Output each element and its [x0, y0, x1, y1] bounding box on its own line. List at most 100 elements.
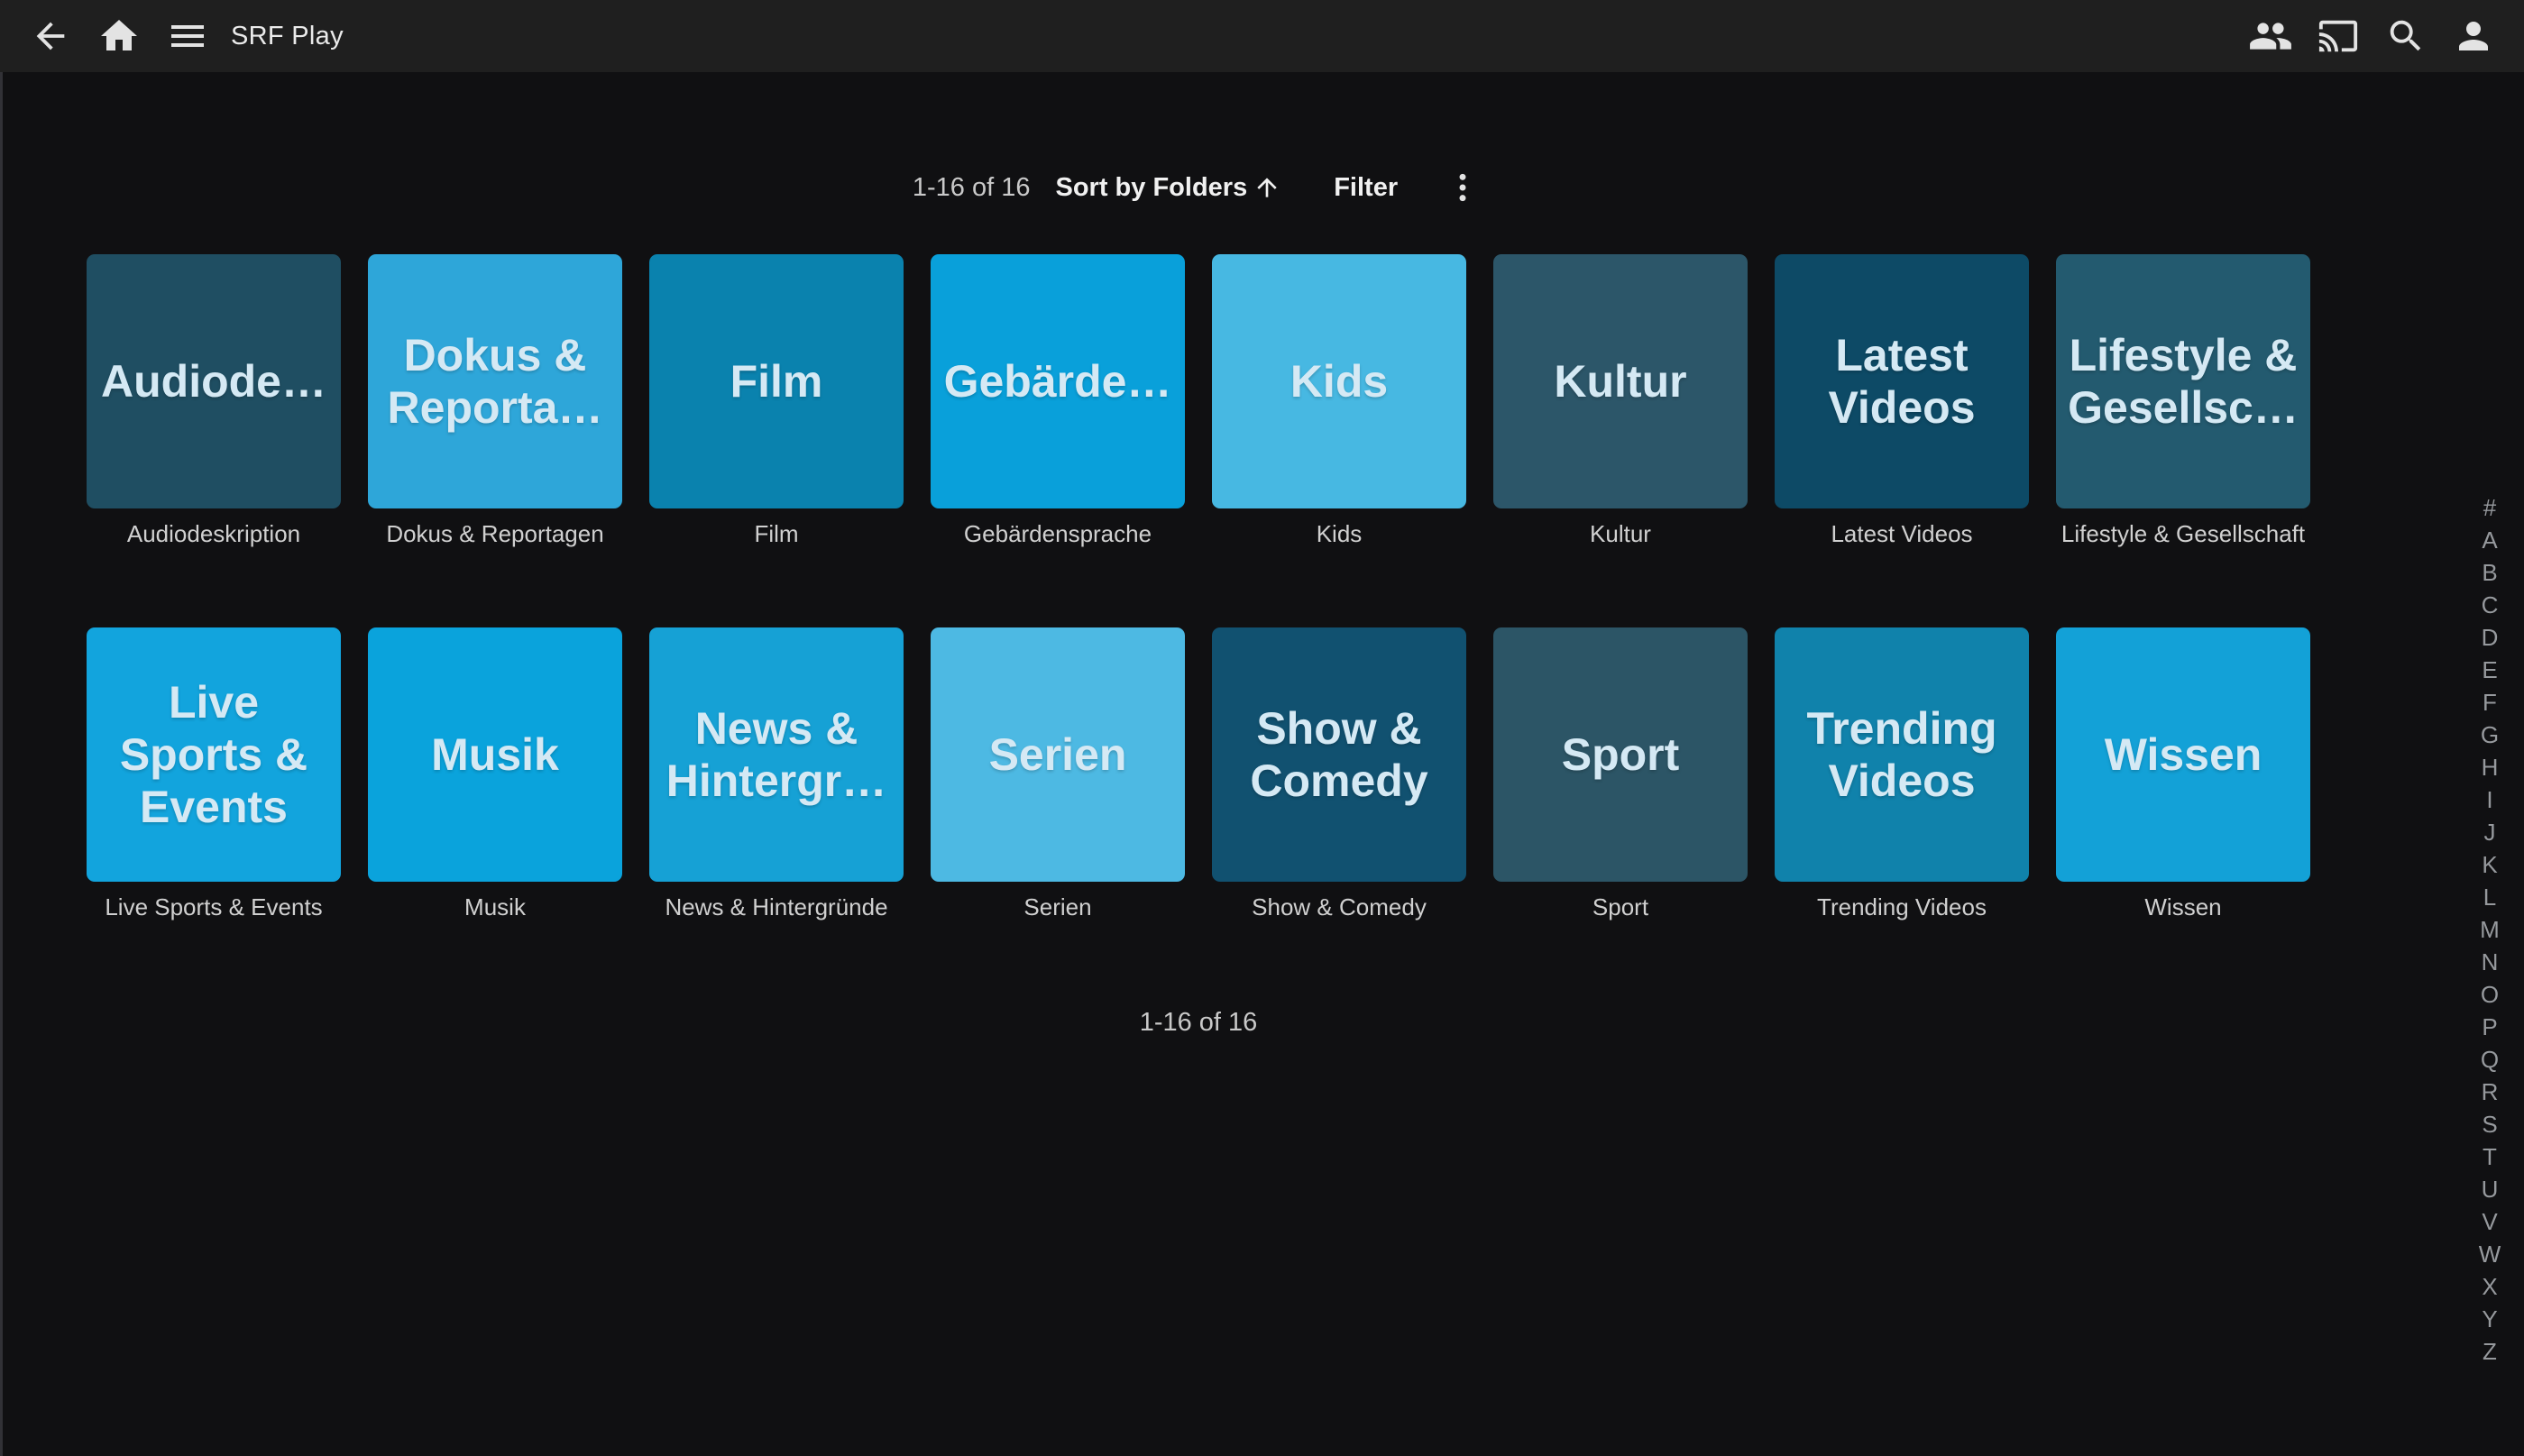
syncplay-button[interactable] [2242, 7, 2299, 65]
alpha-picker-letter[interactable]: G [2464, 719, 2515, 751]
search-button[interactable] [2377, 7, 2435, 65]
alpha-picker-letter[interactable]: R [2464, 1076, 2515, 1108]
library-card[interactable]: Gebärde…Gebärdensprache [931, 254, 1185, 548]
folder-tile[interactable]: Serien [931, 627, 1185, 882]
folder-tile[interactable]: Lifestyle &Gesellsc… [2056, 254, 2310, 508]
folder-caption: Film [619, 520, 934, 548]
home-icon [97, 14, 141, 58]
alpha-picker-letter[interactable]: S [2464, 1108, 2515, 1140]
folder-tile[interactable]: LiveSports &Events [87, 627, 341, 882]
alpha-picker-letter[interactable]: W [2464, 1238, 2515, 1270]
more-options-button[interactable] [1441, 166, 1484, 209]
folder-tile[interactable]: Musik [368, 627, 622, 882]
folder-tile[interactable]: Audiode… [87, 254, 341, 508]
alpha-picker-letter[interactable]: Q [2464, 1043, 2515, 1076]
library-card[interactable]: TrendingVideosTrending Videos [1775, 627, 2029, 921]
alpha-picker-letter[interactable]: # [2464, 491, 2515, 524]
alpha-picker-letter[interactable]: B [2464, 556, 2515, 589]
folder-tile-title: Sport [1562, 728, 1680, 781]
alpha-picker-letter[interactable]: A [2464, 524, 2515, 556]
folder-tile-title: Show &Comedy [1250, 702, 1427, 807]
folder-tile-title: Wissen [2105, 728, 2262, 781]
library-card[interactable]: WissenWissen [2056, 627, 2310, 921]
alpha-picker-letter[interactable]: L [2464, 881, 2515, 913]
folder-tile-title: Film [730, 355, 823, 407]
library-card[interactable]: MusikMusik [368, 627, 622, 921]
alpha-picker-letter[interactable]: J [2464, 816, 2515, 848]
alpha-picker-letter[interactable]: H [2464, 751, 2515, 783]
folder-tile[interactable]: Dokus &Reporta… [368, 254, 622, 508]
alpha-picker-letter[interactable]: Z [2464, 1335, 2515, 1368]
alpha-picker-letter[interactable]: N [2464, 946, 2515, 978]
folder-caption: Wissen [2025, 893, 2341, 921]
top-app-bar: SRF Play [0, 0, 2524, 72]
folder-caption: Live Sports & Events [56, 893, 372, 921]
folder-tile[interactable]: Show &Comedy [1212, 627, 1466, 882]
search-icon [2385, 15, 2427, 57]
folder-tile[interactable]: LatestVideos [1775, 254, 2029, 508]
user-button[interactable] [2445, 7, 2502, 65]
library-card[interactable]: Show &ComedyShow & Comedy [1212, 627, 1466, 921]
back-button[interactable] [22, 7, 79, 65]
home-button[interactable] [90, 7, 148, 65]
folder-caption: Kids [1181, 520, 1497, 548]
filter-button[interactable]: Filter [1328, 172, 1403, 204]
page-title: SRF Play [231, 22, 344, 51]
folder-tile-title: TrendingVideos [1806, 702, 1996, 807]
library-card[interactable]: News &Hintergr…News & Hintergründe [649, 627, 904, 921]
menu-button[interactable] [159, 7, 216, 65]
folder-caption: Trending Videos [1744, 893, 2060, 921]
result-count: 1-16 of 16 [913, 173, 1031, 203]
library-card[interactable]: Audiode…Audiodeskription [87, 254, 341, 548]
folder-tile[interactable]: Kultur [1493, 254, 1748, 508]
folder-tile-title: LatestVideos [1828, 329, 1975, 434]
folder-caption: Lifestyle & Gesellschaft [2025, 520, 2341, 548]
alpha-picker-letter[interactable]: O [2464, 978, 2515, 1011]
alpha-picker-letter[interactable]: E [2464, 654, 2515, 686]
syncplay-group-icon [2248, 14, 2293, 59]
alpha-picker-letter[interactable]: X [2464, 1270, 2515, 1303]
folder-tile-title: Audiode… [101, 355, 326, 407]
library-card[interactable]: LiveSports &EventsLive Sports & Events [87, 627, 341, 921]
cast-button[interactable] [2309, 7, 2367, 65]
left-scrollbar-track [0, 72, 3, 1456]
alpha-picker-letter[interactable]: M [2464, 913, 2515, 946]
folder-tile[interactable]: TrendingVideos [1775, 627, 2029, 882]
folder-caption: Dokus & Reportagen [337, 520, 653, 548]
alpha-picker-letter[interactable]: U [2464, 1173, 2515, 1205]
folder-tile-title: Lifestyle &Gesellsc… [2068, 329, 2299, 434]
alpha-picker-letter[interactable]: P [2464, 1011, 2515, 1043]
folder-caption: Show & Comedy [1181, 893, 1497, 921]
alpha-picker-letter[interactable]: C [2464, 589, 2515, 621]
vertical-dots-icon [1445, 169, 1481, 206]
library-card[interactable]: FilmFilm [649, 254, 904, 548]
folder-tile[interactable]: Film [649, 254, 904, 508]
alpha-picker-letter[interactable]: F [2464, 686, 2515, 719]
folder-tile-title: Kultur [1554, 355, 1686, 407]
folder-caption: Gebärdensprache [900, 520, 1216, 548]
alpha-picker-letter[interactable]: V [2464, 1205, 2515, 1238]
alpha-picker-letter[interactable]: Y [2464, 1303, 2515, 1335]
library-card[interactable]: SerienSerien [931, 627, 1185, 921]
folder-caption: Audiodeskription [56, 520, 372, 548]
folder-tile[interactable]: News &Hintergr… [649, 627, 904, 882]
library-card[interactable]: LatestVideosLatest Videos [1775, 254, 2029, 548]
alpha-picker-letter[interactable]: K [2464, 848, 2515, 881]
library-card[interactable]: KulturKultur [1493, 254, 1748, 548]
folder-tile[interactable]: Gebärde… [931, 254, 1185, 508]
library-card[interactable]: KidsKids [1212, 254, 1466, 548]
library-card[interactable]: Dokus &Reporta…Dokus & Reportagen [368, 254, 622, 548]
library-card[interactable]: SportSport [1493, 627, 1748, 921]
folder-tile-title: News &Hintergr… [666, 702, 886, 807]
alpha-picker-letter[interactable]: T [2464, 1140, 2515, 1173]
library-card[interactable]: Lifestyle &Gesellsc…Lifestyle & Gesellsc… [2056, 254, 2310, 548]
folder-tile[interactable]: Sport [1493, 627, 1748, 882]
folder-caption: Musik [337, 893, 653, 921]
alpha-picker-letter[interactable]: D [2464, 621, 2515, 654]
sort-button[interactable]: Sort by Folders [1051, 172, 1288, 204]
alpha-picker-letter[interactable]: I [2464, 783, 2515, 816]
folder-tile[interactable]: Kids [1212, 254, 1466, 508]
folder-tile-title: Musik [431, 728, 559, 781]
folder-tile[interactable]: Wissen [2056, 627, 2310, 882]
sort-ascending-arrow-icon [1253, 173, 1281, 202]
